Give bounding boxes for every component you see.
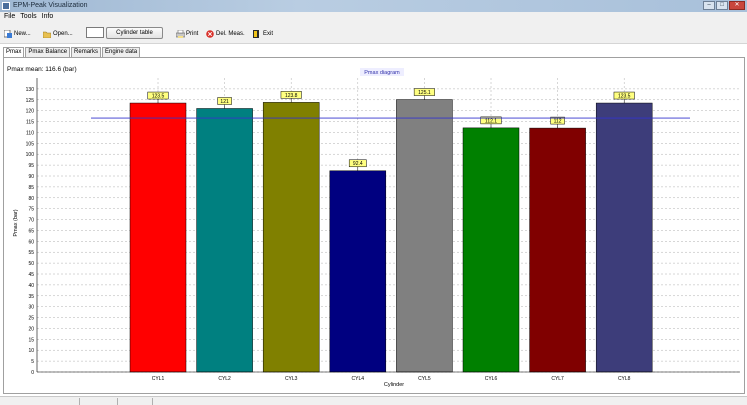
y-tick-label: 130 [26,87,35,93]
delete-measurement-label: Del. Meas. [216,30,245,37]
y-tick-label: 90 [28,174,34,180]
tab-pmax[interactable]: Pmax [3,47,25,57]
y-tick-label: 25 [28,316,34,322]
close-icon[interactable]: ✕ [729,1,745,10]
y-tick-label: 45 [28,272,34,278]
chart-panel: Pmax mean: 116.6 (bar) Pmax diagram 123.… [3,57,745,394]
tab-engine-data[interactable]: Engine data [102,47,141,57]
cylinder-table-button[interactable]: Cylinder table [106,27,163,39]
x-tick-label: CYL2 [218,376,231,382]
bar-cyl7 [529,127,586,373]
y-tick-label: 125 [26,98,35,104]
print-button[interactable]: Print [175,28,199,39]
x-axis-title: Cylinder [384,382,404,388]
exit-door-icon [253,29,261,38]
bars [129,99,653,373]
exit-button[interactable]: Exit [253,28,273,39]
new-label: New... [14,30,31,37]
cylinder-count-input[interactable] [86,27,104,38]
printer-icon [175,29,186,38]
x-tick-label: CYL6 [485,376,498,382]
y-tick-label: 95 [28,163,34,169]
bar-cyl4 [329,170,387,373]
value-label: 112 [554,118,562,124]
pmax-chart: Pmax mean: 116.6 (bar) Pmax diagram 123.… [7,66,740,388]
maximize-icon[interactable]: □ [716,1,728,10]
y-axis-title: Pmax (bar) [13,209,19,236]
menu-bar: File Tools Info [0,12,747,22]
y-tick-label: 60 [28,239,34,245]
value-label: 123.5 [152,93,165,99]
open-label: Open... [53,30,73,37]
y-tick-label: 120 [26,109,35,115]
exit-label: Exit [263,30,274,37]
title-bar: EPM-Peak Visualization – □ ✕ [0,0,747,12]
menu-info[interactable]: Info [42,12,54,22]
tab-remarks[interactable]: Remarks [71,47,102,57]
new-button[interactable]: New... [3,28,31,39]
print-label: Print [186,30,199,37]
tab-pmax-balance[interactable]: Pmax Balance [25,47,71,57]
y-tick-label: 110 [26,130,34,136]
x-tick-label: CYL8 [618,376,631,382]
chart-subtitle: Pmax mean: 116.6 (bar) [7,66,77,73]
status-segment-2 [80,398,118,405]
y-tick-label: 30 [28,305,34,311]
y-tick-label: 10 [28,348,34,354]
tab-strip: Pmax Pmax Balance Remarks Engine data [3,47,141,57]
status-segment-1 [0,398,80,405]
y-tick-label: 40 [28,283,34,289]
y-tick-label: 55 [28,250,34,256]
y-tick-label: 115 [26,120,34,126]
value-label: 125.1 [418,90,431,96]
x-tick-label: CYL5 [418,376,431,382]
delete-measurement-button[interactable]: Del. Meas. [206,28,245,39]
x-tick-label: CYL1 [152,376,165,382]
bar-cyl6 [462,127,520,373]
menu-file[interactable]: File [4,12,15,22]
y-tick-label: 15 [28,337,34,343]
y-tick-label: 70 [28,218,34,224]
y-tick-label: 75 [28,207,34,213]
x-tick-label: CYL4 [352,376,365,382]
bar-cyl2 [196,108,253,373]
minimize-icon[interactable]: – [703,1,715,10]
menu-tools[interactable]: Tools [20,12,36,22]
open-folder-icon [42,30,52,38]
bar-cyl1 [129,102,187,373]
y-tick-label: 100 [26,152,35,158]
y-tick-label: 50 [28,261,34,267]
y-tick-label: 0 [31,370,34,376]
y-tick-label: 65 [28,228,34,234]
y-tick-label: 105 [26,141,35,147]
value-label: 112.1 [485,118,497,124]
status-segment-3 [118,398,153,405]
toolbar: New... Open... Cylinder table Print Del.… [0,22,747,44]
status-bar [0,396,747,405]
window-title: EPM-Peak Visualization [13,2,88,9]
value-label: 123.8 [285,93,298,99]
bar-cyl5 [396,99,453,373]
y-tick-label: 85 [28,185,34,191]
window-controls: – □ ✕ [703,1,745,10]
y-tick-label: 80 [28,196,34,202]
value-label: 92.4 [353,161,363,167]
delete-icon [206,29,214,38]
value-label: 121 [220,99,229,105]
x-tick-label: CYL7 [551,376,564,382]
bar-cyl3 [262,102,320,373]
app-icon [2,2,10,10]
value-label: 123.5 [618,93,631,99]
y-tick-label: 20 [28,326,34,332]
x-tick-label: CYL3 [285,376,298,382]
chart-title: Pmax diagram [364,70,400,76]
y-tick-label: 35 [28,294,34,300]
open-button[interactable]: Open... [42,28,73,39]
y-tick-label: 5 [31,359,34,365]
bar-cyl8 [595,102,653,373]
new-file-icon [3,29,12,38]
